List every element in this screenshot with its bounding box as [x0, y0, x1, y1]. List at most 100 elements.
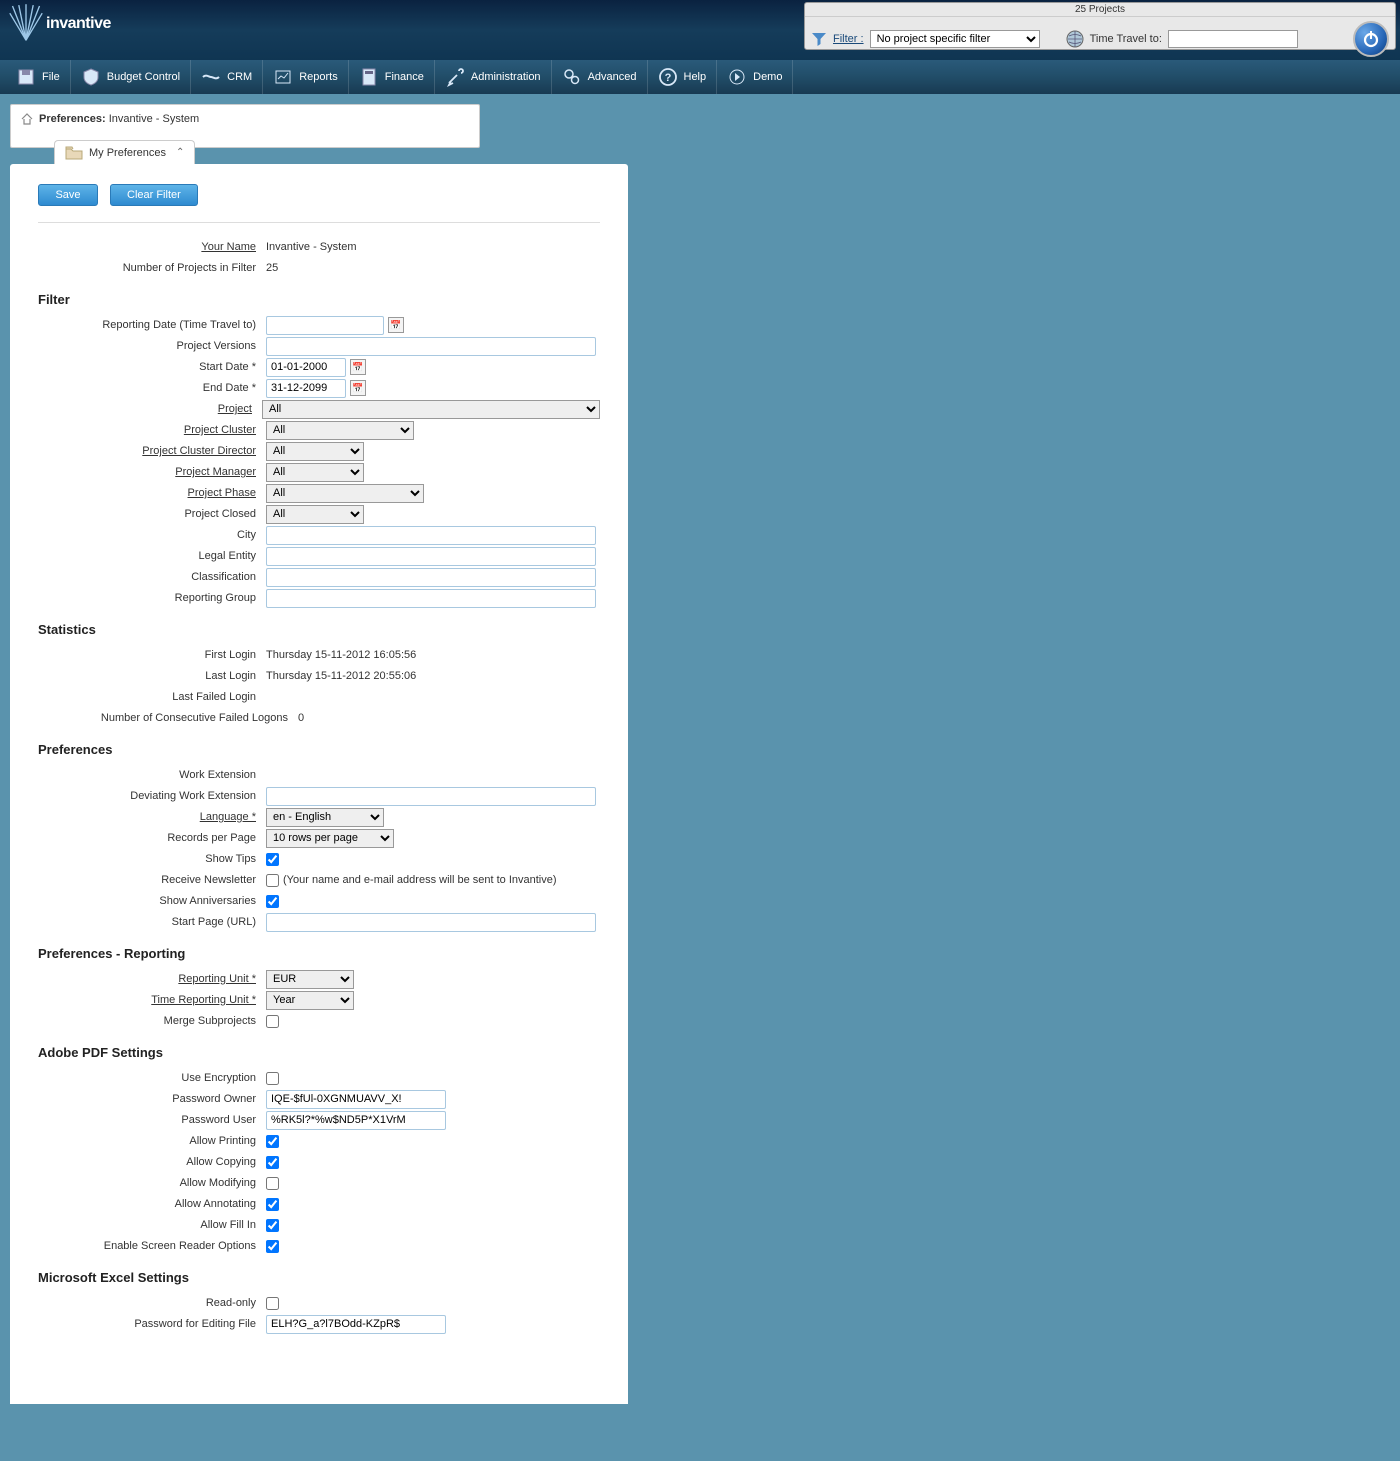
disk-icon — [16, 67, 36, 87]
save-button[interactable]: Save — [38, 184, 98, 206]
section-excel: Microsoft Excel Settings — [38, 1270, 600, 1285]
use-encryption-checkbox[interactable] — [266, 1072, 279, 1085]
gears-icon — [562, 67, 582, 87]
classification-label: Classification — [38, 571, 266, 583]
first-login-label: First Login — [38, 649, 266, 661]
show-anniv-checkbox[interactable] — [266, 895, 279, 908]
play-icon — [727, 67, 747, 87]
power-button[interactable] — [1353, 21, 1389, 57]
use-encryption-label: Use Encryption — [38, 1072, 266, 1084]
work-ext-label: Work Extension — [38, 769, 266, 781]
end-date-label: End Date * — [38, 382, 266, 394]
menu-crm[interactable]: CRM — [191, 60, 263, 94]
menu-advanced[interactable]: Advanced — [552, 60, 648, 94]
shield-icon — [81, 67, 101, 87]
time-travel-input[interactable] — [1168, 30, 1298, 48]
reporting-group-input[interactable] — [266, 589, 596, 608]
legal-entity-input[interactable] — [266, 547, 596, 566]
allow-annotating-checkbox[interactable] — [266, 1198, 279, 1211]
allow-fillin-checkbox[interactable] — [266, 1219, 279, 1232]
reporting-unit-select[interactable]: EUR — [266, 970, 354, 989]
filter-link[interactable]: Filter : — [833, 33, 864, 45]
classification-input[interactable] — [266, 568, 596, 587]
breadcrumb-label: Preferences: — [39, 113, 106, 125]
merge-subprojects-checkbox[interactable] — [266, 1015, 279, 1028]
project-closed-label: Project Closed — [38, 508, 266, 520]
allow-modifying-label: Allow Modifying — [38, 1177, 266, 1189]
project-label: Project — [38, 403, 262, 415]
allow-modifying-checkbox[interactable] — [266, 1177, 279, 1190]
reporting-date-input[interactable] — [266, 316, 384, 335]
menu-demo[interactable]: Demo — [717, 60, 793, 94]
collapse-icon[interactable]: ⌃ — [176, 147, 184, 158]
section-filter: Filter — [38, 292, 600, 307]
readonly-label: Read-only — [38, 1297, 266, 1309]
project-phase-label: Project Phase — [38, 487, 266, 499]
project-closed-select[interactable]: All — [266, 505, 364, 524]
menu-budget-control[interactable]: Budget Control — [71, 60, 191, 94]
clear-filter-button[interactable]: Clear Filter — [110, 184, 198, 206]
password-owner-label: Password Owner — [38, 1093, 266, 1105]
reporting-unit-label: Reporting Unit * — [38, 973, 266, 985]
home-icon[interactable] — [21, 113, 33, 125]
password-owner-input[interactable] — [266, 1090, 446, 1109]
city-label: City — [38, 529, 266, 541]
menu-bar: File Budget Control CRM Reports Finance … — [0, 60, 1400, 94]
separator — [38, 222, 600, 223]
last-login-label: Last Login — [38, 670, 266, 682]
last-login-value: Thursday 15-11-2012 20:55:06 — [266, 670, 600, 682]
show-tips-label: Show Tips — [38, 853, 266, 865]
allow-printing-checkbox[interactable] — [266, 1135, 279, 1148]
help-icon: ? — [658, 67, 678, 87]
dev-work-ext-input[interactable] — [266, 787, 596, 806]
menu-reports[interactable]: Reports — [263, 60, 349, 94]
receive-newsletter-label: Receive Newsletter — [38, 874, 266, 886]
excel-password-input[interactable] — [266, 1315, 446, 1334]
end-date-input[interactable] — [266, 379, 346, 398]
section-prefs-reporting: Preferences - Reporting — [38, 946, 600, 961]
enable-screen-reader-label: Enable Screen Reader Options — [38, 1240, 266, 1252]
excel-password-label: Password for Editing File — [38, 1318, 266, 1330]
time-travel-label: Time Travel to: — [1090, 33, 1162, 45]
project-cluster-director-select[interactable]: All — [266, 442, 364, 461]
project-select[interactable]: All — [262, 400, 600, 419]
filter-select[interactable]: No project specific filter — [870, 30, 1040, 48]
num-projects-value: 25 — [266, 262, 600, 274]
first-login-value: Thursday 15-11-2012 16:05:56 — [266, 649, 600, 661]
language-select[interactable]: en - English — [266, 808, 384, 827]
password-user-input[interactable] — [266, 1111, 446, 1130]
menu-help[interactable]: ? Help — [648, 60, 718, 94]
show-tips-checkbox[interactable] — [266, 853, 279, 866]
section-pdf: Adobe PDF Settings — [38, 1045, 600, 1060]
start-page-input[interactable] — [266, 913, 596, 932]
globe-icon — [1066, 30, 1084, 48]
menu-finance[interactable]: Finance — [349, 60, 435, 94]
start-date-input[interactable] — [266, 358, 346, 377]
logo-text: invantive — [46, 15, 111, 33]
city-input[interactable] — [266, 526, 596, 545]
allow-fillin-label: Allow Fill In — [38, 1219, 266, 1231]
calendar-icon[interactable]: 📅 — [350, 380, 366, 396]
folder-icon — [65, 146, 83, 160]
project-phase-select[interactable]: All — [266, 484, 424, 503]
projects-count: 25 Projects — [805, 3, 1395, 17]
receive-newsletter-checkbox[interactable] — [266, 874, 279, 887]
time-reporting-unit-select[interactable]: Year — [266, 991, 354, 1010]
menu-administration[interactable]: Administration — [435, 60, 552, 94]
calendar-icon[interactable]: 📅 — [388, 317, 404, 333]
project-versions-input[interactable] — [266, 337, 596, 356]
menu-file[interactable]: File — [6, 60, 71, 94]
time-reporting-unit-label: Time Reporting Unit * — [38, 994, 266, 1006]
logo: invantive — [8, 4, 111, 44]
calendar-icon[interactable]: 📅 — [350, 359, 366, 375]
enable-screen-reader-checkbox[interactable] — [266, 1240, 279, 1253]
logo-icon — [8, 4, 44, 44]
readonly-checkbox[interactable] — [266, 1297, 279, 1310]
project-cluster-select[interactable]: All — [266, 421, 414, 440]
section-preferences: Preferences — [38, 742, 600, 757]
project-manager-select[interactable]: All — [266, 463, 364, 482]
tab-my-preferences[interactable]: My Preferences ⌃ — [54, 140, 195, 164]
records-select[interactable]: 10 rows per page — [266, 829, 394, 848]
last-failed-login-label: Last Failed Login — [38, 691, 266, 703]
allow-copying-checkbox[interactable] — [266, 1156, 279, 1169]
